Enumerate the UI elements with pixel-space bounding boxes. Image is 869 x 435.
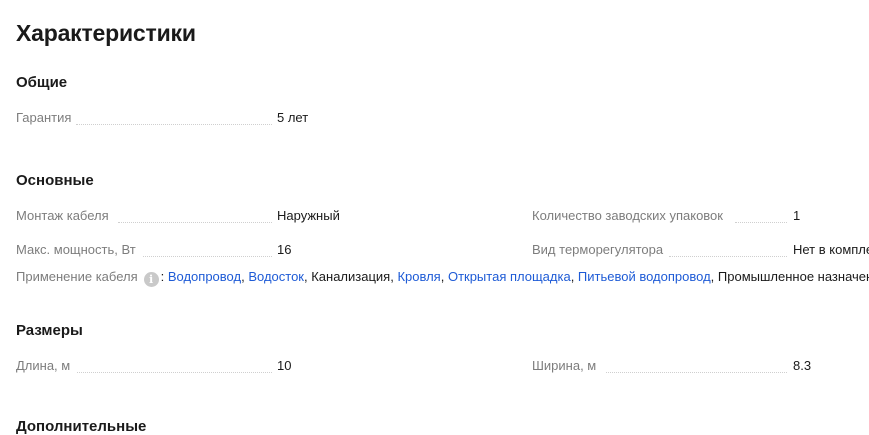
spec-label-width: Ширина, м xyxy=(532,358,597,373)
spec-row-power: Макс. мощность, Вт xyxy=(16,242,136,260)
spec-value-length: 10 xyxy=(277,358,292,373)
spec-value-width: 8.3 xyxy=(793,358,812,373)
dotted-leader xyxy=(606,372,787,373)
section-title-general: Общие xyxy=(16,74,68,91)
spec-row-width: Ширина, м xyxy=(532,358,596,376)
info-icon[interactable]: i xyxy=(143,272,159,287)
spec-row-thermo: Вид терморегулятора xyxy=(532,242,663,260)
dotted-leader xyxy=(77,372,272,373)
application-link-drainpipe[interactable]: Водосток xyxy=(248,269,304,284)
spec-label-mount: Монтаж кабеля xyxy=(16,208,109,223)
spec-value-power: 16 xyxy=(277,242,292,257)
section-title-dimensions: Размеры xyxy=(16,322,83,339)
spec-row-mount: Монтаж кабеля xyxy=(16,208,109,226)
spec-row-application: Применение кабеля i: Водопровод, Водосток… xyxy=(16,269,869,287)
spec-value-packs: 1 xyxy=(793,208,801,223)
section-title-additional: Дополнительные xyxy=(16,418,147,435)
application-link-roof[interactable]: Кровля xyxy=(397,269,440,284)
application-link-drinking-water[interactable]: Питьевой водопровод xyxy=(578,269,711,284)
spec-row-warranty: Гарантия xyxy=(16,110,276,128)
spec-label-application: Применение кабеля xyxy=(16,269,138,284)
spec-label-warranty: Гарантия xyxy=(16,110,72,125)
application-link-open-area[interactable]: Открытая площадка xyxy=(448,269,571,284)
spec-value-thermo: Нет в комплекте xyxy=(793,242,869,257)
dotted-leader xyxy=(76,124,272,125)
section-title-main: Основные xyxy=(16,172,94,189)
application-item-industrial: Промышленное назначение xyxy=(717,269,869,284)
spec-label-thermo: Вид терморегулятора xyxy=(532,242,664,257)
spec-label-packs: Количество заводских упаковок xyxy=(532,208,723,223)
spec-row-length: Длина, м xyxy=(16,358,70,376)
spec-label-power: Макс. мощность, Вт xyxy=(16,242,136,257)
dotted-leader xyxy=(669,256,787,257)
dotted-leader xyxy=(118,222,272,223)
application-link-water-supply[interactable]: Водопровод xyxy=(168,269,241,284)
page-title: Характеристики xyxy=(16,20,196,46)
application-item-sewer: Канализация xyxy=(311,269,391,284)
dotted-leader xyxy=(143,256,272,257)
dotted-leader xyxy=(735,222,787,223)
colon-separator: : xyxy=(160,269,168,284)
spec-label-length: Длина, м xyxy=(16,358,71,373)
spec-row-packs: Количество заводских упаковок xyxy=(532,208,723,226)
spec-value-warranty: 5 лет xyxy=(277,110,309,125)
spec-value-mount: Наружный xyxy=(277,208,340,223)
